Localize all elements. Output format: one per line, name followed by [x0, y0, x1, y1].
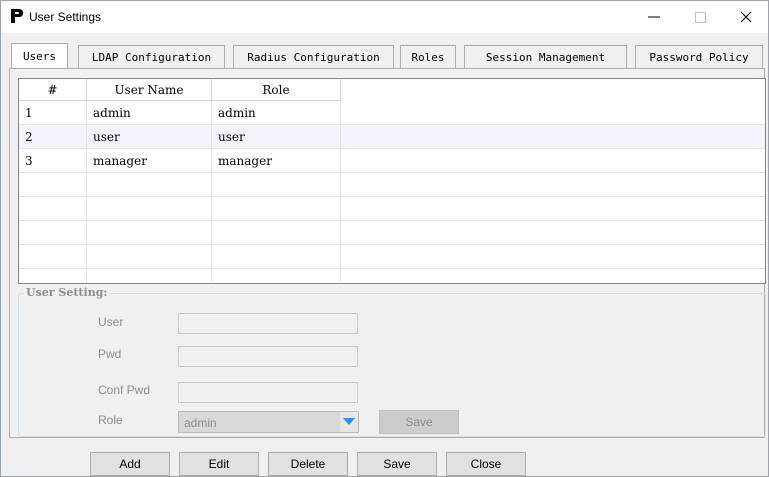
chevron-down-icon — [343, 418, 355, 425]
role-field-label: Role — [98, 413, 123, 427]
tab-label: Users — [22, 50, 57, 63]
empty-cell — [212, 269, 341, 283]
role-select[interactable]: admin — [178, 411, 359, 433]
tab-label: Radius Configuration — [247, 50, 380, 64]
cell-role: manager — [212, 149, 341, 173]
empty-table-row — [19, 245, 765, 269]
empty-cell — [19, 269, 87, 283]
cell-number: 1 — [19, 101, 87, 125]
tab-password-policy[interactable]: Password Policy — [635, 45, 763, 68]
empty-cell — [19, 245, 87, 269]
close-window-button[interactable] — [723, 1, 769, 33]
save-button[interactable]: Save — [357, 452, 437, 476]
empty-cell — [87, 173, 212, 197]
table-row[interactable]: 1 admin admin — [19, 101, 765, 125]
empty-cell — [87, 221, 212, 245]
cell-role: admin — [212, 101, 341, 125]
cell-number: 3 — [19, 149, 87, 173]
users-table[interactable]: # User Name Role 1 admin admin 2 user us… — [18, 78, 766, 284]
tab-label: Session Management — [485, 50, 606, 64]
empty-cell — [212, 221, 341, 245]
user-field-label: User — [98, 315, 124, 329]
tab-label: Password Policy — [649, 50, 749, 64]
empty-cell — [212, 173, 341, 197]
app-logo-icon — [11, 9, 23, 23]
empty-cell — [87, 245, 212, 269]
tab-ldap-configuration[interactable]: LDAP Configuration — [78, 45, 225, 68]
column-header-user-name[interactable]: User Name — [87, 79, 212, 101]
cell-number: 2 — [19, 125, 87, 149]
edit-button[interactable]: Edit — [179, 452, 259, 476]
cell-user-name: admin — [87, 101, 212, 125]
tab-label: Roles — [411, 50, 445, 64]
tab-label: LDAP Configuration — [91, 50, 212, 64]
table-header: # User Name Role — [19, 79, 765, 101]
empty-table-row — [19, 197, 765, 221]
minimize-button[interactable] — [631, 1, 677, 33]
user-settings-window: User Settings Users LDAP Configuration R… — [0, 0, 769, 477]
close-button[interactable]: Close — [446, 452, 526, 476]
role-select-value: admin — [184, 416, 217, 430]
tab-users[interactable]: Users — [11, 43, 68, 69]
close-icon — [740, 11, 752, 23]
cell-role: user — [212, 125, 341, 149]
title-bar: User Settings — [1, 1, 768, 33]
conf-pwd-field-label: Conf Pwd — [98, 383, 151, 397]
empty-cell — [19, 173, 87, 197]
pwd-input[interactable] — [178, 346, 358, 367]
column-header-number[interactable]: # — [19, 79, 87, 101]
column-header-role[interactable]: Role — [212, 79, 341, 101]
maximize-icon — [694, 11, 706, 23]
maximize-button[interactable] — [677, 1, 723, 33]
empty-cell — [212, 197, 341, 221]
group-title: User Setting: — [24, 286, 110, 299]
pwd-field-label: Pwd — [98, 347, 122, 361]
user-setting-group: User Setting: User Pwd Conf Pwd Role adm… — [18, 286, 766, 437]
table-row[interactable]: 3 manager manager — [19, 149, 765, 173]
tab-session-management[interactable]: Session Management — [464, 45, 627, 68]
empty-cell — [19, 221, 87, 245]
table-row[interactable]: 2 user user — [19, 125, 765, 149]
user-input[interactable] — [178, 313, 358, 334]
empty-cell — [87, 197, 212, 221]
empty-table-row — [19, 221, 765, 245]
empty-cell — [87, 269, 212, 283]
delete-button[interactable]: Delete — [268, 452, 348, 476]
role-dropdown-button[interactable] — [340, 412, 358, 432]
empty-cell — [19, 197, 87, 221]
conf-pwd-input[interactable] — [178, 382, 358, 403]
tab-roles[interactable]: Roles — [400, 45, 456, 68]
tab-radius-configuration[interactable]: Radius Configuration — [233, 45, 394, 68]
cell-user-name: user — [87, 125, 212, 149]
user-setting-save-button[interactable]: Save — [379, 410, 459, 434]
users-tab-panel: # User Name Role 1 admin admin 2 user us… — [9, 68, 766, 438]
add-button[interactable]: Add — [90, 452, 170, 476]
empty-table-row — [19, 173, 765, 197]
empty-table-row — [19, 269, 765, 283]
window-title: User Settings — [29, 10, 102, 24]
cell-user-name: manager — [87, 149, 212, 173]
minimize-icon — [648, 16, 660, 18]
empty-cell — [212, 245, 341, 269]
